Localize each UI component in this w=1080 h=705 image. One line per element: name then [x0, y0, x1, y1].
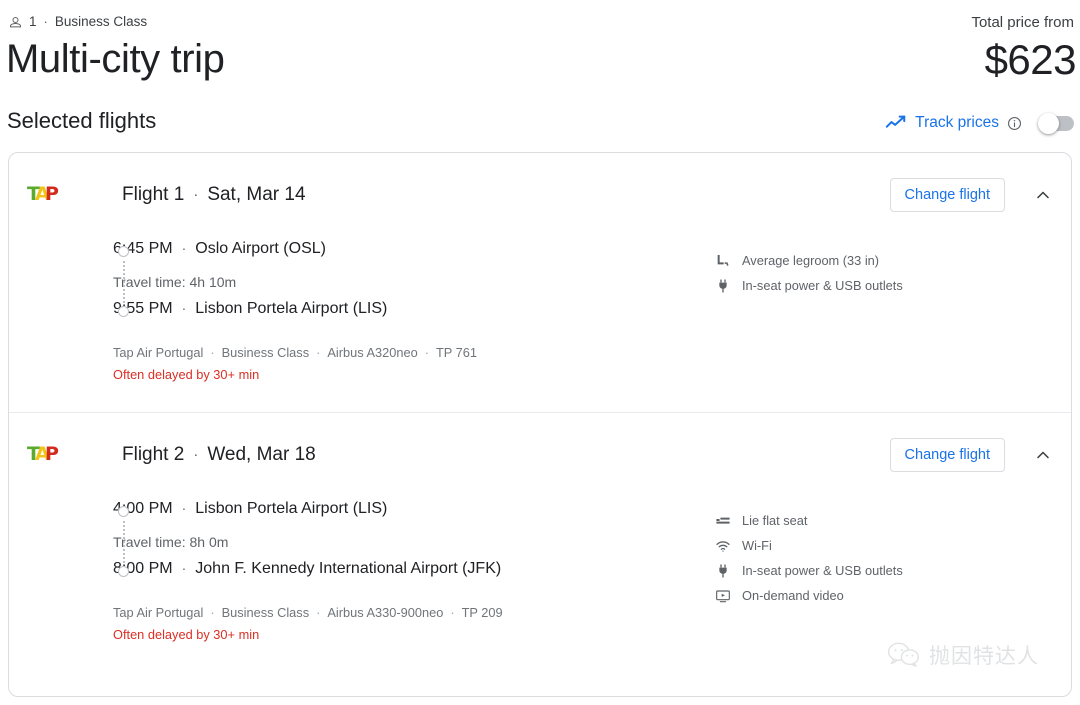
departure-separator: ·	[181, 500, 187, 516]
flight-date: Sat, Mar 14	[207, 184, 306, 205]
trending-up-icon	[885, 112, 907, 134]
amenity-label: On-demand video	[742, 588, 844, 603]
amenities-list: Lie flat seat Wi-Fi In-seat power & USB …	[715, 508, 1035, 608]
meta-separator: ·	[210, 605, 215, 620]
arrival-dot	[118, 566, 129, 577]
total-price-value: $623	[984, 36, 1077, 83]
amenity-label: In-seat power & USB outlets	[742, 278, 903, 293]
change-flight-button[interactable]: Change flight	[889, 178, 1005, 212]
flight-meta: Tap Air Portugal · Business Class · Airb…	[113, 343, 1053, 362]
passenger-count: 1	[29, 14, 37, 29]
flight-title: Flight 1 · Sat, Mar 14	[122, 182, 306, 208]
flight-title-separator: ·	[193, 446, 199, 463]
wifi-icon	[715, 538, 731, 554]
meta-airline: Tap Air Portugal	[113, 605, 204, 620]
flight-itinerary: 4:00 PM · Lisbon Portela Airport (LIS) T…	[9, 497, 1071, 672]
passenger-separator: ·	[43, 14, 48, 29]
arrival-separator: ·	[181, 300, 187, 316]
delay-warning: Often delayed by 30+ min	[113, 367, 260, 382]
flight-header-actions: Change flight	[889, 178, 1053, 212]
delay-warning: Often delayed by 30+ min	[113, 627, 260, 642]
selected-flights-card: T A P Flight 1 · Sat, Mar 14 Change flig…	[8, 152, 1072, 697]
person-icon	[8, 15, 23, 30]
passenger-summary: 1 · Business Class	[8, 12, 147, 32]
track-prices-toggle[interactable]	[1038, 112, 1074, 134]
amenity-item: In-seat power & USB outlets	[715, 558, 1035, 583]
flight-itinerary-page: 1 · Business Class Multi-city trip Total…	[0, 0, 1080, 705]
amenity-label: Lie flat seat	[742, 513, 808, 528]
meta-flight-number: TP 209	[461, 605, 503, 620]
timeline-connector	[122, 521, 125, 563]
arrival-row: 9:55 PM · Lisbon Portela Airport (LIS)	[113, 297, 1053, 327]
meta-flight-number: TP 761	[435, 345, 478, 360]
chevron-up-icon[interactable]	[1033, 445, 1053, 465]
meta-separator: ·	[316, 605, 321, 620]
amenity-item: Average legroom (33 in)	[715, 248, 1035, 273]
cabin-class-label: Business Class	[54, 14, 148, 29]
page-title: Multi-city trip	[6, 37, 225, 81]
power-plug-icon	[715, 563, 731, 579]
flight-header: T A P Flight 2 · Wed, Mar 18 Change flig…	[9, 413, 1071, 497]
toggle-knob	[1038, 112, 1059, 134]
flight-label: Flight 2	[122, 444, 185, 465]
amenity-label: Wi-Fi	[742, 538, 772, 553]
flight-label: Flight 1	[122, 184, 185, 205]
power-plug-icon	[715, 278, 731, 294]
amenity-item: Wi-Fi	[715, 533, 1035, 558]
amenity-label: Average legroom (33 in)	[742, 253, 880, 268]
tap-air-portugal-logo: T A P	[27, 441, 65, 467]
meta-separator: ·	[210, 345, 215, 360]
meta-aircraft: Airbus A330-900neo	[327, 605, 444, 620]
arrival-airport: John F. Kennedy International Airport (J…	[195, 560, 502, 577]
svg-text:P: P	[45, 443, 59, 465]
amenity-item: On-demand video	[715, 583, 1035, 608]
meta-cabin: Business Class	[221, 345, 310, 360]
selected-flights-heading: Selected flights	[7, 108, 157, 133]
meta-separator: ·	[450, 605, 455, 620]
amenity-label: In-seat power & USB outlets	[742, 563, 903, 578]
flight-block: T A P Flight 2 · Wed, Mar 18 Change flig…	[9, 412, 1071, 672]
lie-flat-seat-icon	[715, 513, 731, 529]
flight-title-separator: ·	[193, 186, 199, 203]
flight-date: Wed, Mar 18	[207, 444, 316, 465]
legroom-icon	[715, 253, 731, 269]
svg-text:P: P	[45, 183, 59, 205]
on-demand-video-icon	[715, 588, 731, 604]
flight-header-actions: Change flight	[889, 438, 1053, 472]
departure-dot	[118, 506, 129, 517]
tap-air-portugal-logo: T A P	[27, 181, 65, 207]
flight-title: Flight 2 · Wed, Mar 18	[122, 442, 316, 468]
departure-airport: Oslo Airport (OSL)	[195, 240, 326, 257]
flight-header: T A P Flight 1 · Sat, Mar 14 Change flig…	[9, 153, 1071, 237]
amenity-item: Lie flat seat	[715, 508, 1035, 533]
meta-separator: ·	[316, 345, 321, 360]
total-price-label: Total price from	[971, 14, 1074, 31]
track-prices-control[interactable]: Track prices	[885, 108, 1074, 138]
meta-cabin: Business Class	[221, 605, 310, 620]
arrival-separator: ·	[181, 560, 187, 576]
info-icon[interactable]	[1007, 116, 1022, 131]
departure-separator: ·	[181, 240, 187, 256]
flight-itinerary: 6:45 PM · Oslo Airport (OSL) Travel time…	[9, 237, 1071, 412]
arrival-dot	[118, 306, 129, 317]
meta-separator: ·	[424, 345, 429, 360]
departure-airport: Lisbon Portela Airport (LIS)	[195, 500, 388, 517]
amenities-list: Average legroom (33 in) In-seat power & …	[715, 248, 1035, 298]
arrival-airport: Lisbon Portela Airport (LIS)	[195, 300, 388, 317]
flight-block: T A P Flight 1 · Sat, Mar 14 Change flig…	[9, 153, 1071, 412]
departure-dot	[118, 246, 129, 257]
meta-airline: Tap Air Portugal	[113, 345, 204, 360]
track-prices-label[interactable]: Track prices	[915, 112, 999, 134]
amenity-item: In-seat power & USB outlets	[715, 273, 1035, 298]
meta-aircraft: Airbus A320neo	[327, 345, 418, 360]
chevron-up-icon[interactable]	[1033, 185, 1053, 205]
timeline-connector	[122, 261, 125, 303]
change-flight-button[interactable]: Change flight	[889, 438, 1005, 472]
